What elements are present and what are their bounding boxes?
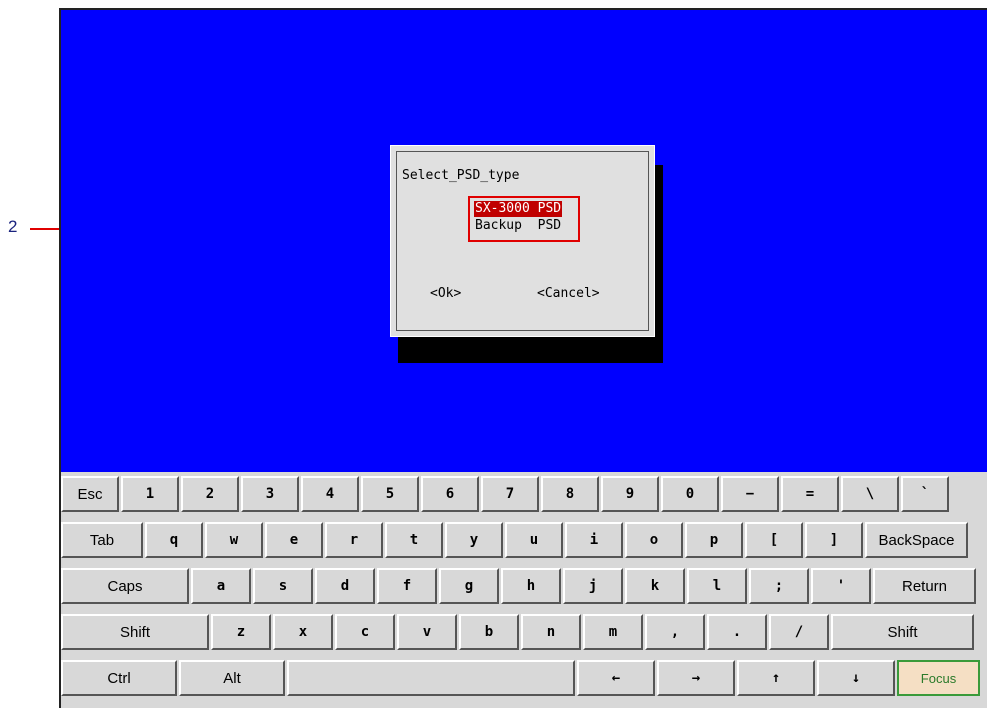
key-backspace[interactable]: BackSpace: [865, 522, 968, 558]
key-u[interactable]: u: [505, 522, 563, 558]
key-left-arrow[interactable]: ←: [577, 660, 655, 696]
key-o[interactable]: o: [625, 522, 683, 558]
option-list: SX-3000 PSD Backup PSD: [468, 196, 580, 242]
key-h[interactable]: h: [501, 568, 561, 604]
key-down-arrow[interactable]: ↓: [817, 660, 895, 696]
key-0[interactable]: 0: [661, 476, 719, 512]
annotation-number: 2: [8, 217, 18, 236]
ok-button[interactable]: <Ok>: [430, 286, 461, 301]
key-r[interactable]: r: [325, 522, 383, 558]
key-up-arrow[interactable]: ↑: [737, 660, 815, 696]
key-t[interactable]: t: [385, 522, 443, 558]
key-minus[interactable]: −: [721, 476, 779, 512]
key-apostrophe[interactable]: ': [811, 568, 871, 604]
key-m[interactable]: m: [583, 614, 643, 650]
key-n[interactable]: n: [521, 614, 581, 650]
onscreen-keyboard: Esc 1 2 3 4 5 6 7 8 9 0− = \ ` Tab q w e r t y u i o p[] BackSpac…: [61, 474, 987, 708]
option-backup-psd[interactable]: Backup PSD: [474, 218, 562, 234]
key-focus[interactable]: Focus: [897, 660, 980, 696]
key-g[interactable]: g: [439, 568, 499, 604]
key-b[interactable]: b: [459, 614, 519, 650]
key-i[interactable]: i: [565, 522, 623, 558]
key-left-bracket[interactable]: [: [745, 522, 803, 558]
key-shift-right[interactable]: Shift: [831, 614, 974, 650]
key-c[interactable]: c: [335, 614, 395, 650]
key-period[interactable]: .: [707, 614, 767, 650]
key-right-bracket[interactable]: ]: [805, 522, 863, 558]
key-semicolon[interactable]: ;: [749, 568, 809, 604]
select-psd-dialog: Select_PSD_type SX-3000 PSD Backup PSD <…: [390, 145, 655, 337]
cancel-button[interactable]: <Cancel>: [537, 286, 600, 301]
key-w[interactable]: w: [205, 522, 263, 558]
key-tab[interactable]: Tab: [61, 522, 143, 558]
key-shift-left[interactable]: Shift: [61, 614, 209, 650]
key-1[interactable]: 1: [121, 476, 179, 512]
key-f[interactable]: f: [377, 568, 437, 604]
key-p[interactable]: p: [685, 522, 743, 558]
key-comma[interactable]: ,: [645, 614, 705, 650]
key-ctrl[interactable]: Ctrl: [61, 660, 177, 696]
key-s[interactable]: s: [253, 568, 313, 604]
option-sx3000-psd[interactable]: SX-3000 PSD: [474, 201, 563, 217]
key-l[interactable]: l: [687, 568, 747, 604]
key-4[interactable]: 4: [301, 476, 359, 512]
key-caps[interactable]: Caps: [61, 568, 189, 604]
key-return[interactable]: Return: [873, 568, 976, 604]
key-q[interactable]: q: [145, 522, 203, 558]
terminal-screen: Select_PSD_type SX-3000 PSD Backup PSD <…: [61, 10, 987, 472]
key-6[interactable]: 6: [421, 476, 479, 512]
key-8[interactable]: 8: [541, 476, 599, 512]
key-x[interactable]: x: [273, 614, 333, 650]
key-z[interactable]: z: [211, 614, 271, 650]
key-slash[interactable]: /: [769, 614, 829, 650]
key-right-arrow[interactable]: →: [657, 660, 735, 696]
key-5[interactable]: 5: [361, 476, 419, 512]
key-3[interactable]: 3: [241, 476, 299, 512]
key-7[interactable]: 7: [481, 476, 539, 512]
key-a[interactable]: a: [191, 568, 251, 604]
key-alt[interactable]: Alt: [179, 660, 285, 696]
key-backtick[interactable]: `: [901, 476, 949, 512]
key-d[interactable]: d: [315, 568, 375, 604]
key-v[interactable]: v: [397, 614, 457, 650]
key-equals[interactable]: =: [781, 476, 839, 512]
key-y[interactable]: y: [445, 522, 503, 558]
key-2[interactable]: 2: [181, 476, 239, 512]
key-backslash[interactable]: \: [841, 476, 899, 512]
key-esc[interactable]: Esc: [61, 476, 119, 512]
dialog-title: Select_PSD_type: [402, 168, 520, 183]
key-j[interactable]: j: [563, 568, 623, 604]
key-space[interactable]: [287, 660, 575, 696]
key-9[interactable]: 9: [601, 476, 659, 512]
key-k[interactable]: k: [625, 568, 685, 604]
key-e[interactable]: e: [265, 522, 323, 558]
